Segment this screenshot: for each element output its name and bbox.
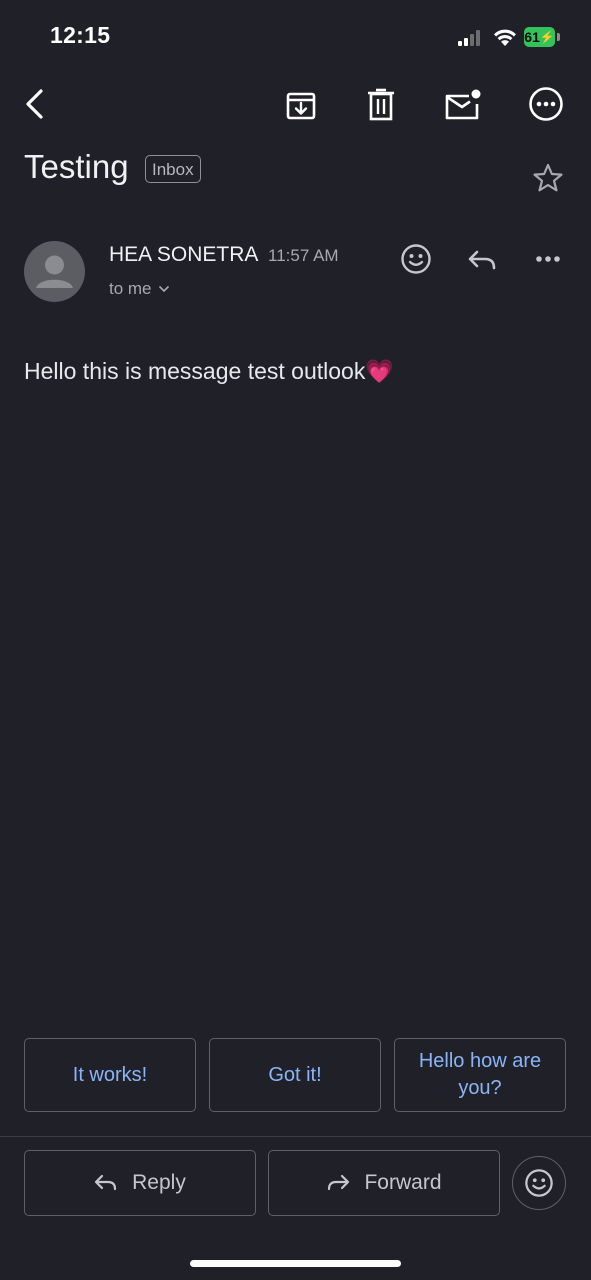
- sender-name: HEA SONETRA: [109, 243, 259, 266]
- more-horizontal-icon: [536, 256, 560, 262]
- avatar[interactable]: [24, 241, 85, 302]
- inbox-label[interactable]: Inbox: [145, 155, 201, 183]
- smart-reply-2[interactable]: Got it!: [209, 1038, 381, 1112]
- more-options-icon: [529, 87, 563, 121]
- chevron-down-icon: [158, 285, 169, 293]
- more-options-button[interactable]: [524, 82, 568, 126]
- reply-icon-button[interactable]: [462, 240, 502, 280]
- delete-button[interactable]: [360, 84, 402, 126]
- react-emoji-button[interactable]: [395, 238, 437, 280]
- email-body: Hello this is message test outlook💗: [24, 358, 394, 384]
- trash-icon: [368, 88, 394, 121]
- smart-reply-3[interactable]: Hello how are you?: [394, 1038, 566, 1112]
- forward-label: Forward: [364, 1171, 442, 1194]
- battery-level: 61: [524, 29, 540, 45]
- person-icon: [36, 255, 73, 288]
- recipient-toggle[interactable]: to me: [109, 279, 170, 299]
- reply-label: Reply: [132, 1171, 186, 1194]
- smiley-icon: [401, 244, 431, 274]
- archive-button[interactable]: [280, 84, 322, 126]
- status-time: 12:15: [50, 22, 111, 48]
- star-button[interactable]: [528, 160, 568, 196]
- forward-icon: [328, 1174, 350, 1191]
- back-button[interactable]: [14, 84, 54, 124]
- signal-icon: [458, 30, 484, 46]
- reply-button[interactable]: Reply: [24, 1150, 256, 1216]
- wifi-icon: [492, 27, 518, 47]
- back-icon: [26, 89, 43, 119]
- mark-unread-icon: [445, 89, 481, 120]
- star-icon: [533, 163, 563, 192]
- reply-icon: [468, 250, 496, 270]
- battery-nub: [557, 33, 560, 41]
- archive-icon: [286, 92, 316, 120]
- smiley-icon: [525, 1169, 553, 1197]
- battery-charging-icon: 61 ⚡: [524, 27, 555, 47]
- recipient-label: to me: [109, 279, 152, 298]
- divider: [0, 1136, 591, 1137]
- emoji-reaction-button[interactable]: [512, 1156, 566, 1210]
- home-indicator[interactable]: [190, 1260, 401, 1267]
- message-more-button[interactable]: [528, 242, 568, 276]
- mark-unread-button[interactable]: [440, 84, 484, 126]
- email-subject: Testing: [24, 148, 129, 185]
- reply-icon: [95, 1174, 117, 1191]
- sent-time: 11:57 AM: [268, 246, 339, 265]
- forward-button[interactable]: Forward: [268, 1150, 500, 1216]
- smart-reply-1[interactable]: It works!: [24, 1038, 196, 1112]
